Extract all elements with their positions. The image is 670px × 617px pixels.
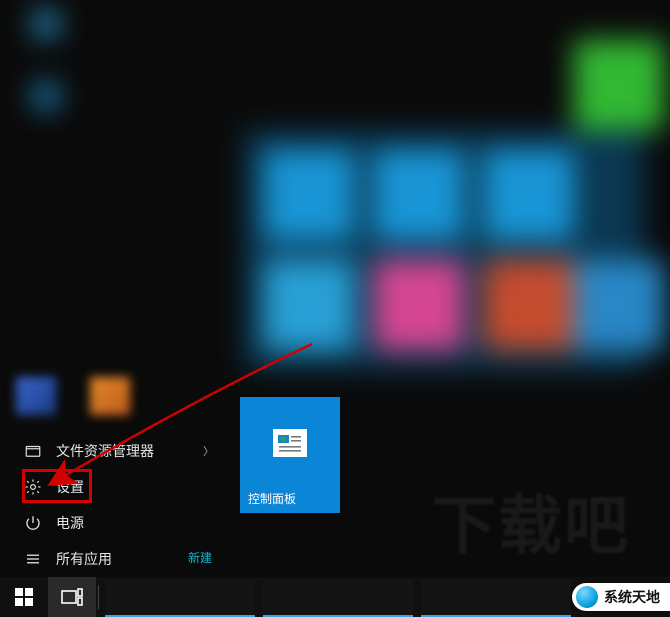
task-view-icon [61, 588, 83, 606]
settings-label: 设置 [56, 477, 84, 497]
taskbar-running-app[interactable] [105, 579, 255, 617]
control-panel-tile[interactable]: 控制面板 [240, 397, 340, 513]
taskbar-running-app[interactable] [263, 579, 413, 617]
globe-icon [576, 586, 598, 608]
file-explorer-label: 文件资源管理器 [56, 441, 154, 461]
power-label: 电源 [56, 513, 84, 533]
app-icon-blur [16, 377, 56, 415]
gear-icon [24, 478, 42, 496]
site-badge: 系统天地 [572, 583, 670, 611]
control-panel-tile-label: 控制面板 [240, 484, 340, 513]
taskbar-separator [98, 585, 99, 609]
taskbar [0, 577, 670, 617]
all-apps-icon [24, 550, 42, 568]
file-explorer-icon [24, 442, 42, 460]
power-menu-item[interactable]: 电源 [14, 505, 224, 541]
app-icon-blur [90, 377, 130, 415]
watermark-text: 下载吧 [432, 475, 630, 567]
all-apps-label: 所有应用 [56, 549, 112, 569]
recent-apps-row [16, 377, 130, 415]
windows-logo-icon [15, 588, 33, 606]
task-view-button[interactable] [48, 577, 96, 617]
settings-menu-item[interactable]: 设置 [14, 469, 224, 505]
start-button[interactable] [0, 577, 48, 617]
start-menu-blurred-bg [14, 0, 654, 420]
file-explorer-menu-item[interactable]: 文件资源管理器 〉 [14, 433, 224, 469]
taskbar-running-app[interactable] [421, 579, 571, 617]
tile-group-label: 新建 [188, 549, 212, 566]
power-icon [24, 514, 42, 532]
site-badge-label: 系统天地 [604, 587, 660, 607]
chevron-right-icon: 〉 [203, 443, 214, 459]
control-panel-icon [273, 429, 307, 457]
